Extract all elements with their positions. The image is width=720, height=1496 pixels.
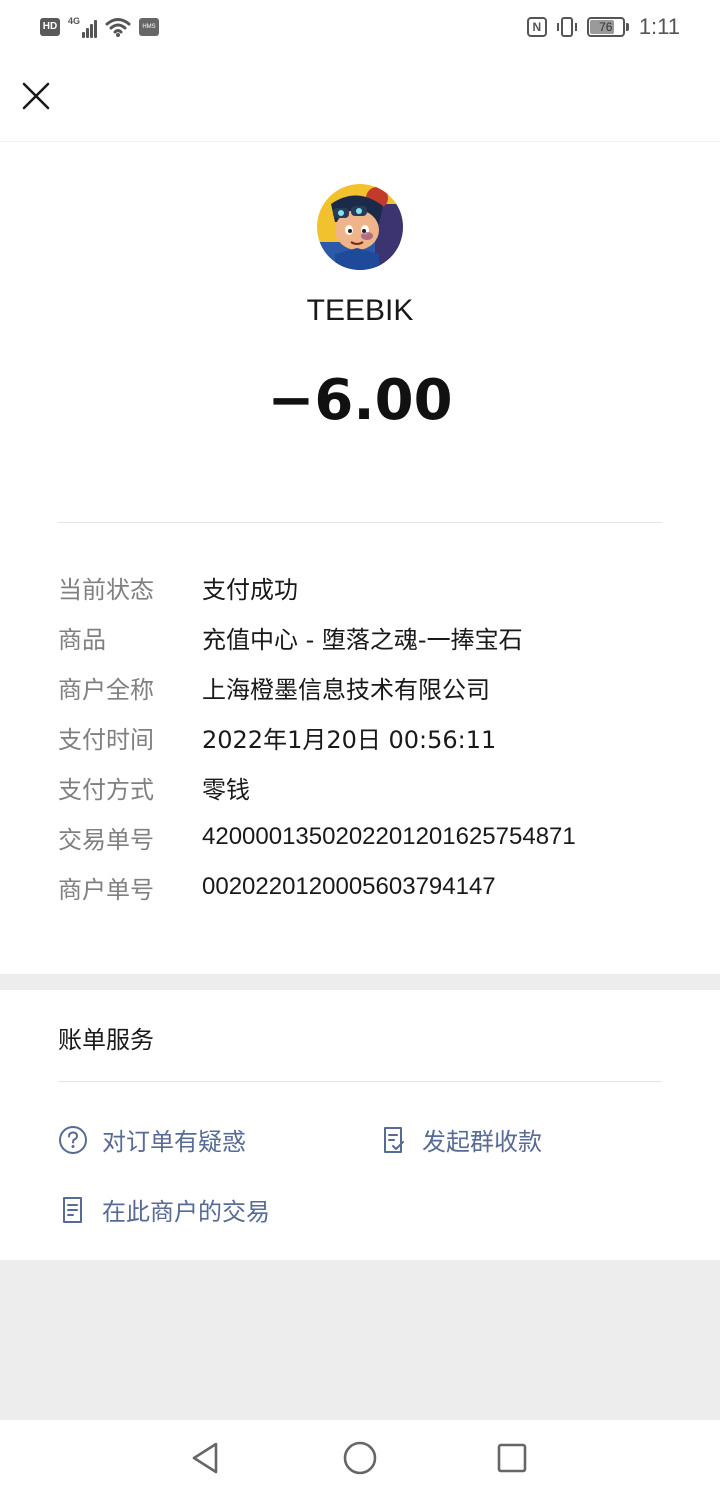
detail-value: 支付成功 — [202, 575, 298, 604]
nfc-icon: N — [526, 17, 547, 37]
detail-row-product: 商品 充值中心 - 堕落之魂-一捧宝石 — [58, 612, 678, 662]
detail-label: 交易单号 — [58, 825, 154, 854]
detail-value: 充值中心 - 堕落之魂-一捧宝石 — [202, 625, 523, 654]
detail-label: 当前状态 — [58, 575, 154, 604]
detail-value: 002022012000560379414​7 — [202, 873, 496, 900]
detail-value: 上海橙墨信息技术有限公司 — [202, 675, 490, 704]
system-nav-bar — [0, 1420, 720, 1496]
merchant-avatar[interactable] — [317, 184, 403, 270]
amount-divider — [58, 522, 662, 523]
group-collection-link[interactable]: 发起群收款 — [380, 1122, 542, 1157]
clock: 1:11 — [638, 14, 680, 39]
vibrate-icon — [556, 17, 577, 37]
merchant-name: TEEBIK — [306, 294, 414, 327]
services-title: 账单服务 — [58, 1026, 154, 1054]
payment-amount: −6.00 — [267, 368, 453, 433]
detail-row-method: 支付方式 零钱 — [58, 762, 678, 812]
merchant-transactions-label: 在此商户的交易 — [102, 1198, 270, 1226]
detail-label: 商品 — [58, 625, 106, 654]
status-bar: HD 4G HMS N 76 1:11 — [0, 0, 720, 56]
network-type: 4G — [68, 16, 81, 26]
hms-icon: HMS — [139, 18, 160, 36]
services-divider — [58, 1081, 662, 1082]
bill-detail-card: TEEBIK −6.00 当前状态 支付成功 商品 充值中心 - 堕落之魂-一捧… — [0, 142, 720, 974]
detail-value: 4200001350202201201625754871 — [202, 823, 576, 850]
receipt-check-icon — [384, 1126, 404, 1153]
detail-row-time: 支付时间 2022年1月20日 00:56:11 — [58, 712, 678, 762]
question-circle-icon — [59, 1125, 87, 1154]
detail-label: 支付时间 — [58, 725, 154, 754]
recents-square-icon[interactable] — [492, 1438, 532, 1478]
close-icon[interactable] — [18, 78, 54, 114]
bill-services-card: 账单服务 对订单有疑惑 发起群收款 在此商户的交易 — [0, 990, 720, 1260]
detail-value: 零钱 — [202, 775, 250, 804]
detail-label: 支付方式 — [58, 775, 154, 804]
merchant-transactions-link[interactable]: 在此商户的交易 — [58, 1192, 270, 1227]
home-circle-icon[interactable] — [340, 1438, 380, 1478]
back-triangle-icon[interactable] — [186, 1438, 226, 1478]
detail-row-transaction-id: 交易单号 4200001350202201201625754871 — [58, 812, 678, 862]
detail-label: 商户全称 — [58, 675, 154, 704]
detail-value: 2022年1月20日 00:56:11 — [202, 725, 497, 754]
detail-row-merchant: 商户全称 上海橙墨信息技术有限公司 — [58, 662, 678, 712]
top-bar — [0, 56, 720, 142]
detail-row-merchant-order-id: 商户单号 002022012000560379414​7 — [58, 862, 678, 912]
wifi-icon — [105, 18, 131, 37]
detail-row-status: 当前状态 支付成功 — [58, 562, 678, 612]
order-question-link[interactable]: 对订单有疑惑 — [58, 1122, 246, 1157]
battery-level: 76 — [599, 20, 613, 34]
status-left: HD 4G HMS — [40, 16, 160, 38]
detail-list: 当前状态 支付成功 商品 充值中心 - 堕落之魂-一捧宝石 商户全称 上海橙墨信… — [58, 562, 678, 912]
hd-icon: HD — [40, 18, 60, 36]
group-collection-label: 发起群收款 — [422, 1128, 542, 1156]
order-question-label: 对订单有疑惑 — [102, 1128, 246, 1156]
detail-label: 商户单号 — [58, 875, 154, 904]
cellular-signal-icon: 4G — [68, 16, 98, 38]
battery-icon: 76 — [586, 17, 629, 37]
document-icon — [63, 1196, 82, 1223]
status-right: N 76 1:11 — [526, 14, 680, 40]
